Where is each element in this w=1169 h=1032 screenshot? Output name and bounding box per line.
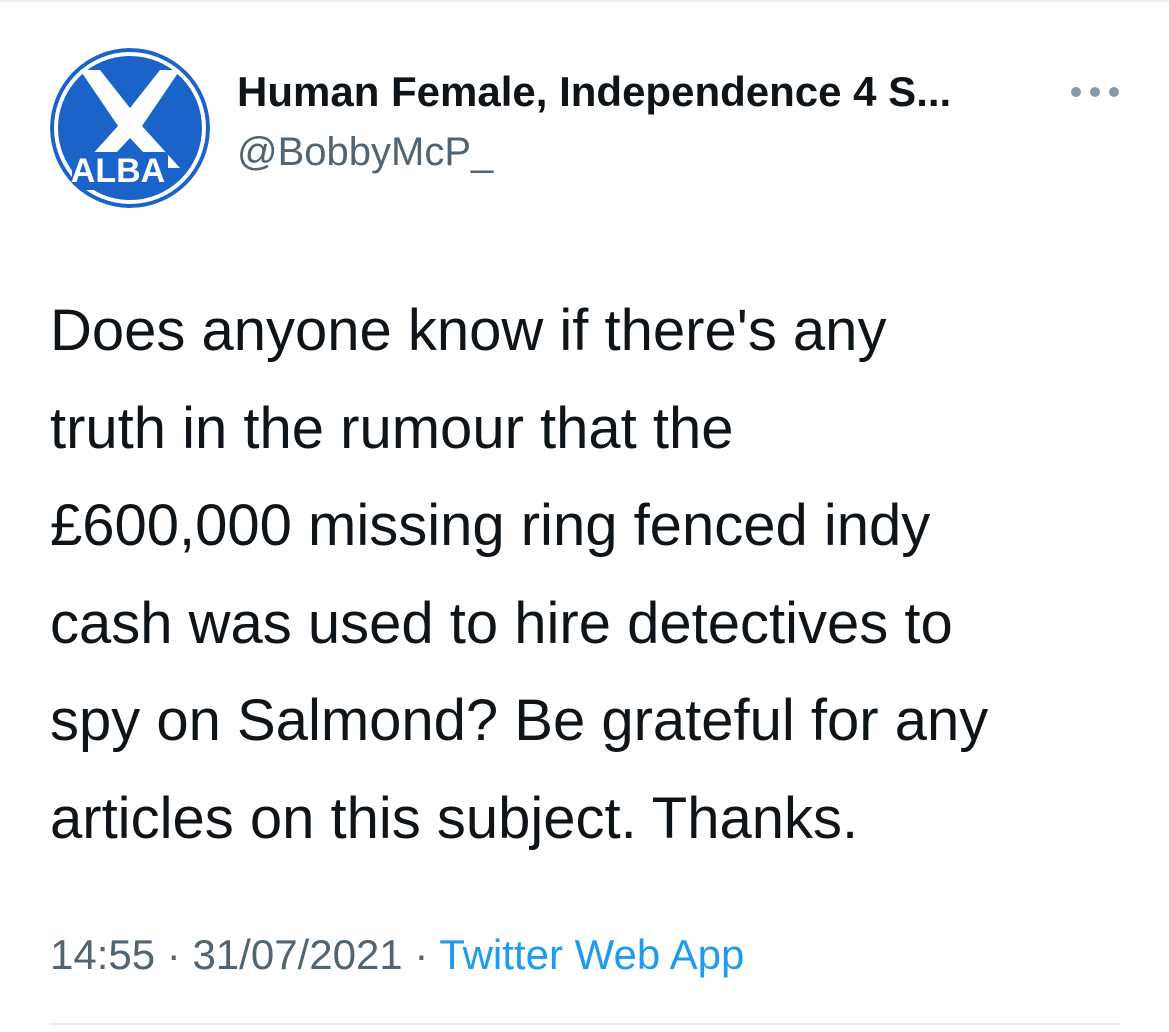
tweet-date[interactable]: 31/07/2021 bbox=[192, 931, 402, 978]
avatar-label: ALBA bbox=[71, 152, 165, 190]
tweet-text: Does anyone know if there's any truth in… bbox=[50, 282, 1130, 867]
author-handle[interactable]: @BobbyMcP_ bbox=[237, 127, 493, 177]
meta-separator: · bbox=[414, 931, 429, 978]
tweet-card: ALBA Human Female, Independence 4 S... @… bbox=[0, 0, 1169, 1032]
author-name[interactable]: Human Female, Independence 4 S... bbox=[237, 66, 951, 118]
more-button[interactable] bbox=[1067, 78, 1123, 106]
avatar[interactable]: ALBA bbox=[50, 48, 210, 208]
tweet-time[interactable]: 14:55 bbox=[50, 931, 155, 978]
tweet-text-line: cash was used to hire detectives to bbox=[50, 590, 953, 656]
meta-separator: · bbox=[166, 931, 181, 978]
tweet-text-line: spy on Salmond? Be grateful for any bbox=[50, 688, 989, 753]
tweet-text-line: £600,000 missing ring fenced indy bbox=[50, 493, 931, 558]
tweet-source-link[interactable]: Twitter Web App bbox=[439, 931, 744, 978]
tweet-text-line: truth in the rumour that the bbox=[50, 395, 734, 461]
more-horizontal-icon bbox=[1071, 87, 1119, 97]
tweet-meta: 14:55 · 31/07/2021 · Twitter Web App bbox=[50, 925, 744, 985]
tweet-text-line: articles on this subject. Thanks. bbox=[50, 785, 859, 851]
tweet-text-line: Does anyone know if there's any bbox=[50, 298, 887, 363]
bottom-divider bbox=[50, 1023, 1120, 1025]
alba-logo-icon: ALBA bbox=[50, 48, 210, 208]
